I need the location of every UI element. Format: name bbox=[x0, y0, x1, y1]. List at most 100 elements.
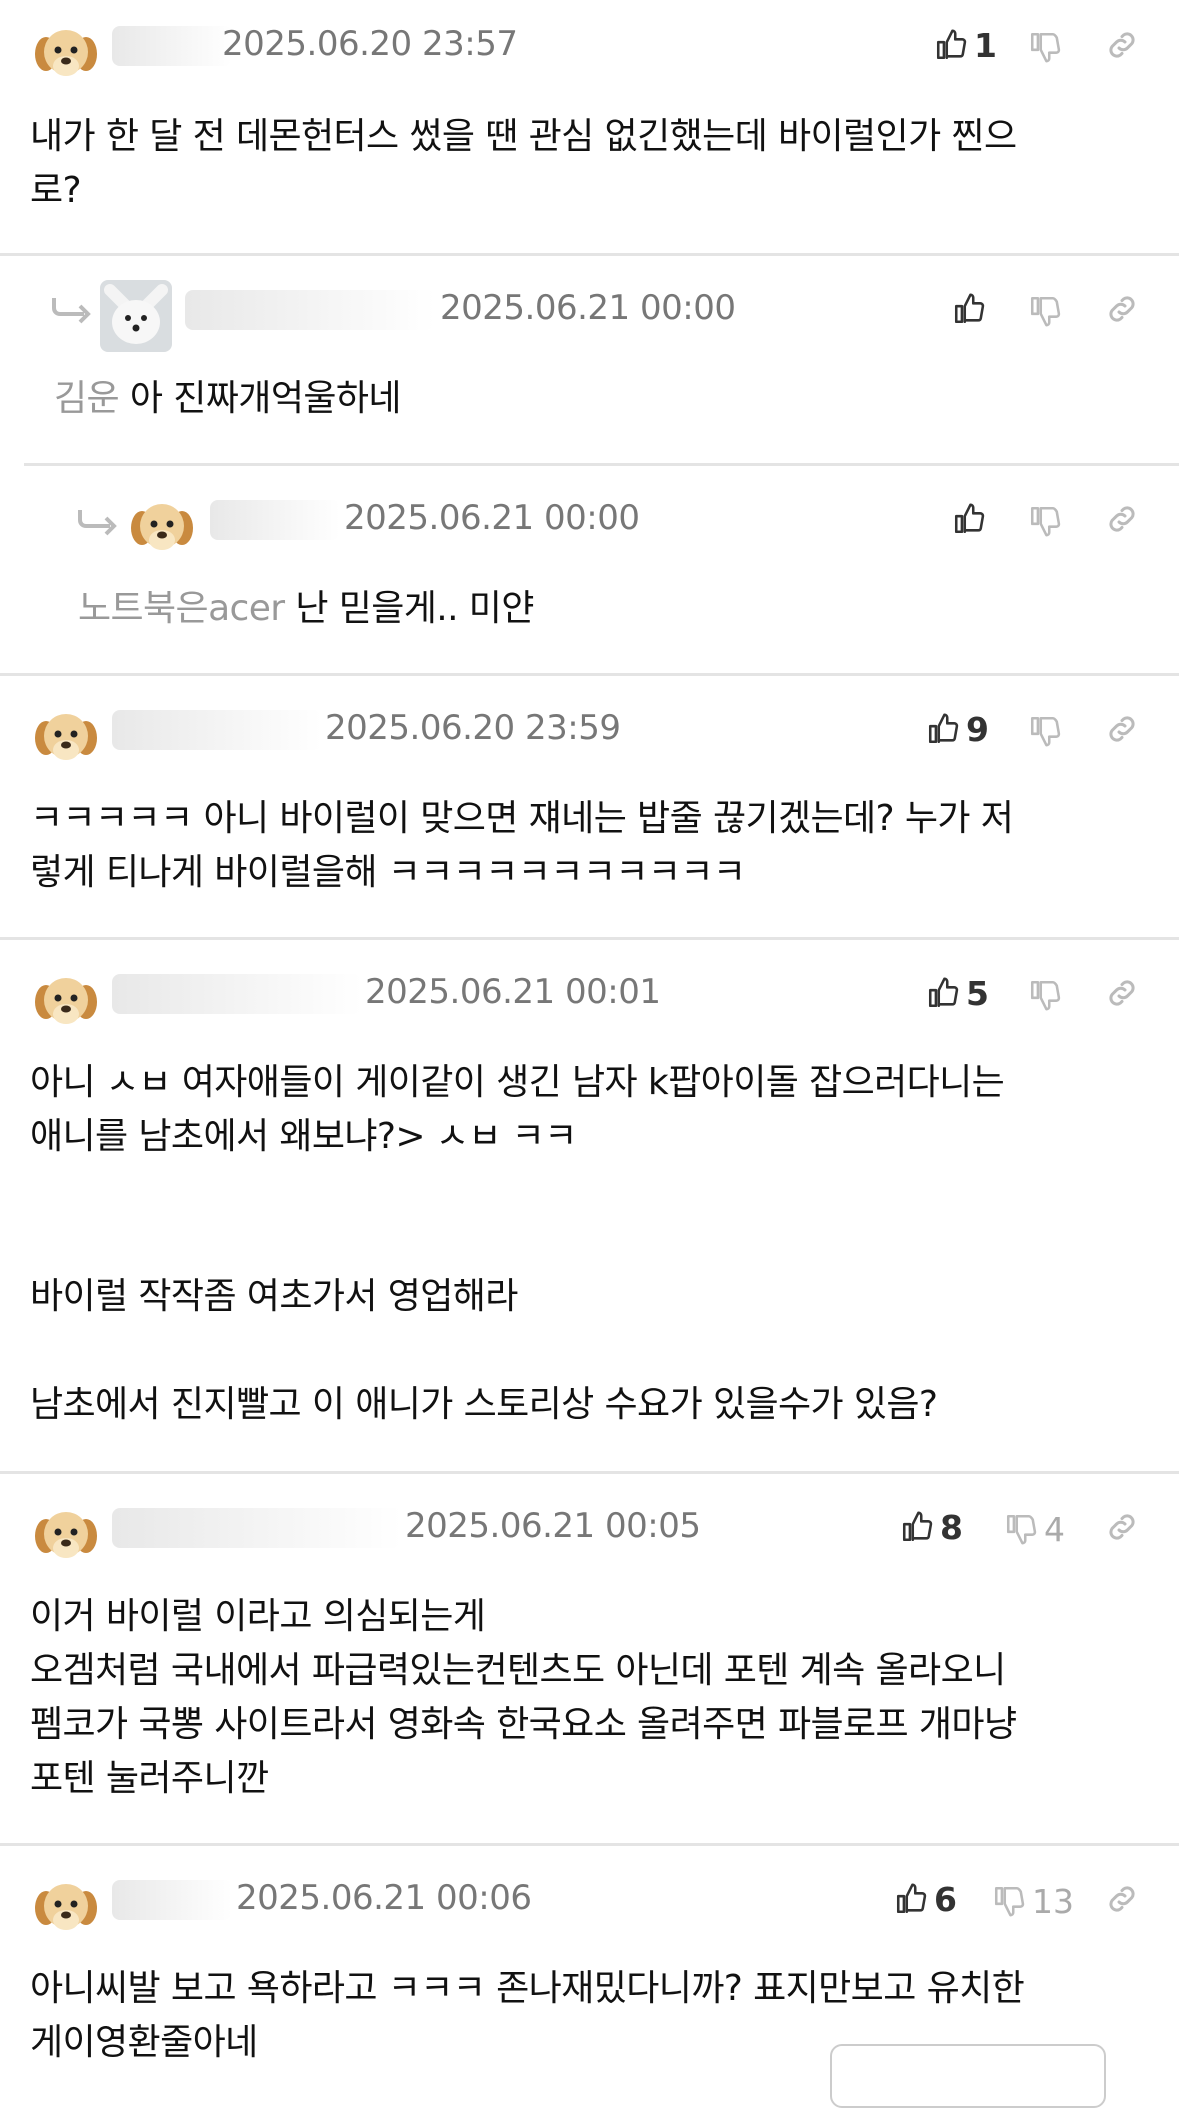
like-button[interactable] bbox=[952, 496, 986, 542]
nickname-redacted[interactable] bbox=[112, 974, 362, 1014]
avatar[interactable] bbox=[30, 1498, 102, 1570]
nickname-redacted[interactable] bbox=[185, 290, 435, 330]
dislike-button[interactable] bbox=[1028, 498, 1062, 544]
link-button[interactable] bbox=[1104, 1504, 1140, 1550]
dislike-button[interactable] bbox=[1028, 288, 1062, 334]
link-button[interactable] bbox=[1104, 1876, 1140, 1922]
thumbs-down-icon bbox=[1030, 296, 1061, 327]
link-icon bbox=[1109, 1514, 1135, 1540]
dislike-button[interactable] bbox=[1028, 24, 1062, 70]
reply-comment-1: 2025.06.21 00:00 김운 아 진짜개억울하네 bbox=[0, 256, 1179, 466]
nickname-redacted[interactable] bbox=[112, 710, 322, 750]
nickname-redacted[interactable] bbox=[112, 1508, 402, 1548]
reply-comment-2: 2025.06.21 00:00 노트북은acer 난 믿을게.. 미얀 bbox=[0, 466, 1179, 676]
avatar[interactable] bbox=[30, 964, 102, 1036]
dislike-button[interactable] bbox=[1028, 972, 1062, 1018]
comment-body: 노트북은acer 난 믿을게.. 미얀 bbox=[78, 582, 1179, 636]
avatar[interactable] bbox=[100, 280, 172, 352]
avatar[interactable] bbox=[30, 1870, 102, 1942]
thumbs-up-icon bbox=[954, 503, 985, 534]
avatar[interactable] bbox=[126, 490, 198, 562]
thumbs-up-icon bbox=[928, 713, 959, 744]
mention-tag[interactable]: 김운 bbox=[54, 378, 120, 419]
comment-line: 남초에서 진지빨고 이 애니가 스토리상 수요가 있을수가 있음? bbox=[30, 1384, 938, 1425]
white-fox-avatar-icon bbox=[100, 280, 172, 352]
like-count: 9 bbox=[966, 709, 989, 749]
link-icon bbox=[1109, 1886, 1135, 1912]
reply-arrow-icon bbox=[52, 298, 91, 324]
comment-line: 펨코가 국뽕 사이트라서 영화속 한국요소 올려주면 파블로프 개마냥 bbox=[30, 1704, 1017, 1745]
comment-date: 2025.06.21 00:06 bbox=[236, 1878, 532, 1918]
thumbs-up-icon bbox=[928, 977, 959, 1008]
thumbs-up-icon bbox=[936, 29, 967, 60]
link-icon bbox=[1109, 980, 1135, 1006]
puppy-avatar-icon bbox=[30, 1870, 102, 1942]
link-button[interactable] bbox=[1104, 706, 1140, 752]
nickname-redacted[interactable] bbox=[210, 500, 340, 540]
like-button[interactable]: 6 bbox=[894, 1876, 957, 1922]
thumbs-down-icon bbox=[994, 1886, 1025, 1917]
link-icon bbox=[1109, 716, 1135, 742]
like-count: 1 bbox=[974, 25, 997, 65]
floating-button-partial[interactable] bbox=[830, 2044, 1106, 2108]
link-button[interactable] bbox=[1104, 286, 1140, 332]
link-button[interactable] bbox=[1104, 496, 1140, 542]
like-button[interactable]: 1 bbox=[934, 22, 997, 68]
nickname-redacted[interactable] bbox=[112, 26, 232, 66]
avatar[interactable] bbox=[30, 16, 102, 88]
comment-body: 김운 아 진짜개억울하네 bbox=[54, 372, 1164, 426]
link-button[interactable] bbox=[1104, 970, 1140, 1016]
thumbs-down-icon bbox=[1006, 1514, 1037, 1545]
comment-line: 이거 바이럴 이라고 의심되는게 bbox=[30, 1596, 486, 1637]
comment-line: 렇게 티나게 바이럴을해 ㅋㅋㅋㅋㅋㅋㅋㅋㅋㅋㅋ bbox=[30, 852, 746, 893]
comment-line: 바이럴 작작좀 여초가서 영업해라 bbox=[30, 1276, 518, 1317]
mention-tag[interactable]: 노트북은acer bbox=[78, 588, 285, 629]
comment-line: 아니씨발 보고 욕하라고 ㅋㅋㅋ 존나재밌다니까? 표지만보고 유치한 bbox=[30, 1968, 1025, 2009]
comment-body: 아니 ㅅㅂ 여자애들이 게이같이 생긴 남자 k팝아이돌 잡으러다니는 애니를 … bbox=[30, 1056, 1140, 1432]
thumbs-down-icon bbox=[1030, 32, 1061, 63]
like-button[interactable]: 5 bbox=[926, 970, 989, 1016]
comment-body: 내가 한 달 전 데몬헌터스 썼을 땐 관심 없긴했는데 바이럴인가 찐으 로? bbox=[30, 110, 1140, 218]
dislike-count: 13 bbox=[1032, 1881, 1074, 1921]
link-button[interactable] bbox=[1104, 22, 1140, 68]
dislike-button[interactable]: 13 bbox=[992, 1878, 1074, 1924]
thumbs-down-icon bbox=[1030, 506, 1061, 537]
comment-date: 2025.06.21 00:01 bbox=[365, 972, 661, 1012]
like-button[interactable]: 8 bbox=[900, 1504, 963, 1550]
comment-4: 2025.06.20 23:59 9 ㅋㅋㅋㅋㅋ 아니 바이럴이 맞으면 쟤네는… bbox=[0, 676, 1179, 940]
nickname-redacted[interactable] bbox=[112, 1880, 232, 1920]
comment-5: 2025.06.21 00:01 5 아니 ㅅㅂ 여자애들이 게이같이 생긴 남… bbox=[0, 940, 1179, 1474]
like-button[interactable] bbox=[952, 286, 986, 332]
dislike-count: 4 bbox=[1044, 1509, 1065, 1549]
like-button[interactable]: 9 bbox=[926, 706, 989, 752]
puppy-avatar-icon bbox=[30, 964, 102, 1036]
comment-line: 내가 한 달 전 데몬헌터스 썼을 땐 관심 없긴했는데 바이럴인가 찐으 bbox=[30, 116, 1017, 157]
comment-6: 2025.06.21 00:05 8 4 이거 바이럴 이라고 의심되는게 오겜… bbox=[0, 1474, 1179, 1844]
like-count: 6 bbox=[934, 1879, 957, 1919]
thumbs-up-icon bbox=[954, 293, 985, 324]
comment-line: 애니를 남초에서 왜보냐?> ㅅㅂ ㅋㅋ bbox=[30, 1116, 577, 1157]
thumbs-up-icon bbox=[896, 1883, 927, 1914]
like-count: 5 bbox=[966, 973, 989, 1013]
thumbs-down-icon bbox=[1030, 980, 1061, 1011]
comment-line: 아니 ㅅㅂ 여자애들이 게이같이 생긴 남자 k팝아이돌 잡으러다니는 bbox=[30, 1062, 1005, 1103]
thumbs-down-icon bbox=[1030, 716, 1061, 747]
puppy-avatar-icon bbox=[30, 700, 102, 772]
comment-line: ㅋㅋㅋㅋㅋ 아니 바이럴이 맞으면 쟤네는 밥줄 끊기겠는데? 누가 저 bbox=[30, 798, 1014, 839]
comment-date: 2025.06.21 00:05 bbox=[405, 1506, 701, 1546]
comment-7: 2025.06.21 00:06 6 13 아니씨발 보고 욕하라고 ㅋㅋㅋ 존… bbox=[0, 1846, 1179, 2072]
dislike-button[interactable]: 4 bbox=[1004, 1506, 1065, 1552]
reply-arrow-icon bbox=[78, 510, 117, 536]
comment-date: 2025.06.20 23:57 bbox=[222, 24, 518, 64]
comment-line: 오겜처럼 국내에서 파급력있는컨텐츠도 아닌데 포텐 계속 올라오니 bbox=[30, 1650, 1006, 1691]
comment-date: 2025.06.21 00:00 bbox=[344, 498, 640, 538]
puppy-avatar-icon bbox=[30, 1498, 102, 1570]
comment-line: 로? bbox=[30, 170, 82, 211]
link-icon bbox=[1109, 32, 1135, 58]
comment-line bbox=[30, 1324, 1140, 1378]
comment-line bbox=[30, 1164, 1140, 1218]
like-count: 8 bbox=[940, 1507, 963, 1547]
dislike-button[interactable] bbox=[1028, 708, 1062, 754]
comment-date: 2025.06.20 23:59 bbox=[325, 708, 621, 748]
avatar[interactable] bbox=[30, 700, 102, 772]
